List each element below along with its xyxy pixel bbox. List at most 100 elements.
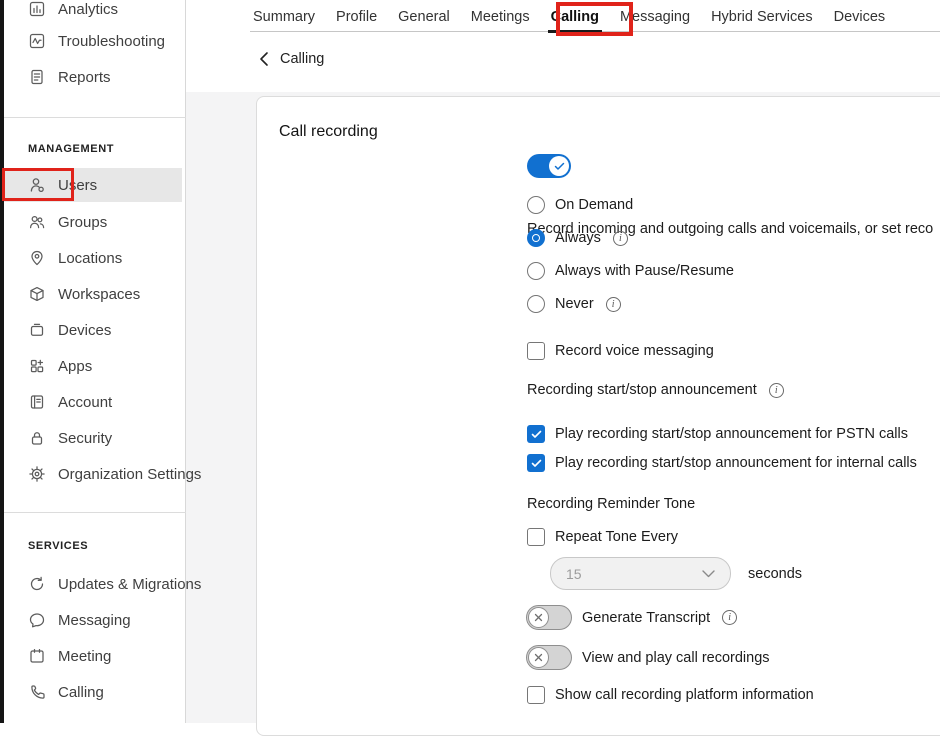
toggle-label: View and play call recordings — [582, 650, 770, 666]
chevron-down-icon — [702, 570, 715, 578]
info-icon[interactable]: i — [606, 297, 621, 312]
call-recording-toggle-row — [527, 154, 571, 178]
radio-label: Always — [555, 230, 601, 246]
repeat-tone-checkbox[interactable] — [527, 528, 545, 546]
sidebar-item-analytics[interactable]: Analytics — [4, 0, 182, 25]
sidebar-item-label: Locations — [58, 250, 122, 267]
lock-icon — [28, 429, 46, 447]
interval-select-value: 15 — [566, 566, 582, 582]
platform-info-checkbox[interactable] — [527, 686, 545, 704]
toggle-knob — [528, 647, 549, 668]
sidebar-item-label: Analytics — [58, 1, 118, 18]
platform-info-row: Show call recording platform information — [527, 686, 814, 704]
info-icon[interactable]: i — [769, 383, 784, 398]
radio-row-always: Always i — [527, 229, 628, 247]
tab-devices[interactable]: Devices — [834, 1, 886, 32]
tab-summary[interactable]: Summary — [253, 1, 315, 32]
check-icon — [531, 430, 542, 439]
user-gear-icon — [28, 176, 46, 194]
sidebar-item-meeting[interactable]: Meeting — [4, 640, 182, 672]
sidebar-item-label: Meeting — [58, 648, 111, 665]
sidebar-item-label: Organization Settings — [58, 466, 201, 483]
x-icon — [534, 653, 543, 662]
announcement-internal-row: Play recording start/stop announcement f… — [527, 454, 917, 472]
sidebar-item-label: Calling — [58, 684, 104, 701]
pstn-announcement-checkbox[interactable] — [527, 425, 545, 443]
sidebar-section-services: SERVICES — [28, 540, 88, 552]
radio-always[interactable] — [527, 229, 545, 247]
reminder-header: Recording Reminder Tone — [527, 496, 695, 512]
check-icon — [531, 459, 542, 468]
repeat-tone-row: Repeat Tone Every — [527, 528, 678, 546]
chevron-left-icon — [258, 51, 270, 67]
check-icon — [554, 162, 565, 171]
device-icon — [28, 321, 46, 339]
report-icon — [28, 68, 46, 86]
sidebar-item-troubleshooting[interactable]: Troubleshooting — [4, 25, 182, 57]
tab-messaging[interactable]: Messaging — [620, 1, 690, 32]
internal-announcement-checkbox[interactable] — [527, 454, 545, 472]
gear-icon — [28, 465, 46, 483]
left-edge-bar — [0, 0, 4, 723]
sidebar-item-security[interactable]: Security — [4, 422, 182, 454]
radio-on-demand[interactable] — [527, 196, 545, 214]
sidebar-item-apps[interactable]: Apps — [4, 350, 182, 382]
tab-general[interactable]: General — [398, 1, 450, 32]
info-icon[interactable]: i — [613, 231, 628, 246]
sidebar-item-devices[interactable]: Devices — [4, 314, 182, 346]
generate-transcript-toggle[interactable] — [526, 605, 572, 630]
radio-row-always-pause-resume: Always with Pause/Resume — [527, 262, 734, 280]
radio-row-never: Never i — [527, 295, 621, 313]
sidebar-item-organization-settings[interactable]: Organization Settings — [4, 458, 182, 490]
tab-bar: Summary Profile General Meetings Calling… — [253, 1, 885, 32]
sidebar-item-groups[interactable]: Groups — [4, 206, 182, 238]
sidebar-item-users[interactable]: Users — [4, 168, 182, 202]
calendar-icon — [28, 647, 46, 665]
record-voice-messaging-checkbox[interactable] — [527, 342, 545, 360]
interval-unit-label: seconds — [748, 566, 802, 582]
workspace-cube-icon — [28, 285, 46, 303]
x-icon — [534, 613, 543, 622]
sidebar-item-label: Devices — [58, 322, 111, 339]
announcement-header: Recording start/stop announcement — [527, 382, 757, 398]
sidebar-item-workspaces[interactable]: Workspaces — [4, 278, 182, 310]
interval-row: 15 seconds — [550, 557, 802, 590]
checkbox-label: Repeat Tone Every — [555, 529, 678, 545]
sidebar-item-calling[interactable]: Calling — [4, 676, 182, 708]
chat-bubble-icon — [28, 611, 46, 629]
back-link[interactable]: Calling — [258, 51, 324, 67]
tab-meetings[interactable]: Meetings — [471, 1, 530, 32]
phone-icon — [28, 683, 46, 701]
back-link-label: Calling — [280, 51, 324, 67]
people-icon — [28, 213, 46, 231]
sidebar-item-reports[interactable]: Reports — [4, 61, 182, 93]
call-recording-toggle[interactable] — [527, 154, 571, 178]
announcement-pstn-row: Play recording start/stop announcement f… — [527, 425, 908, 443]
pulse-icon — [28, 32, 46, 50]
sidebar-item-label: Users — [58, 177, 97, 194]
apps-grid-icon — [28, 357, 46, 375]
radio-always-pause-resume[interactable] — [527, 262, 545, 280]
sidebar-item-updates-migrations[interactable]: Updates & Migrations — [4, 568, 182, 600]
call-recording-card: Call recording Record incoming and outgo… — [256, 96, 940, 736]
sidebar-item-label: Updates & Migrations — [58, 576, 201, 593]
sidebar: Analytics Troubleshooting Reports MANAGE… — [0, 0, 186, 723]
toggle-label: Generate Transcript — [582, 610, 710, 626]
toggle-knob — [549, 156, 569, 176]
sidebar-item-messaging[interactable]: Messaging — [4, 604, 182, 636]
tab-profile[interactable]: Profile — [336, 1, 377, 32]
interval-select[interactable]: 15 — [550, 557, 731, 590]
section-title: Call recording — [279, 123, 378, 141]
radio-row-on-demand: On Demand — [527, 196, 633, 214]
sidebar-item-locations[interactable]: Locations — [4, 242, 182, 274]
view-play-recordings-toggle[interactable] — [526, 645, 572, 670]
checkbox-label: Play recording start/stop announcement f… — [555, 455, 917, 471]
info-icon[interactable]: i — [722, 610, 737, 625]
sidebar-item-label: Troubleshooting — [58, 33, 165, 50]
tab-calling[interactable]: Calling — [551, 1, 599, 32]
tab-hybrid-services[interactable]: Hybrid Services — [711, 1, 813, 32]
sidebar-item-account[interactable]: Account — [4, 386, 182, 418]
radio-never[interactable] — [527, 295, 545, 313]
bar-chart-icon — [28, 0, 46, 18]
account-ledger-icon — [28, 393, 46, 411]
